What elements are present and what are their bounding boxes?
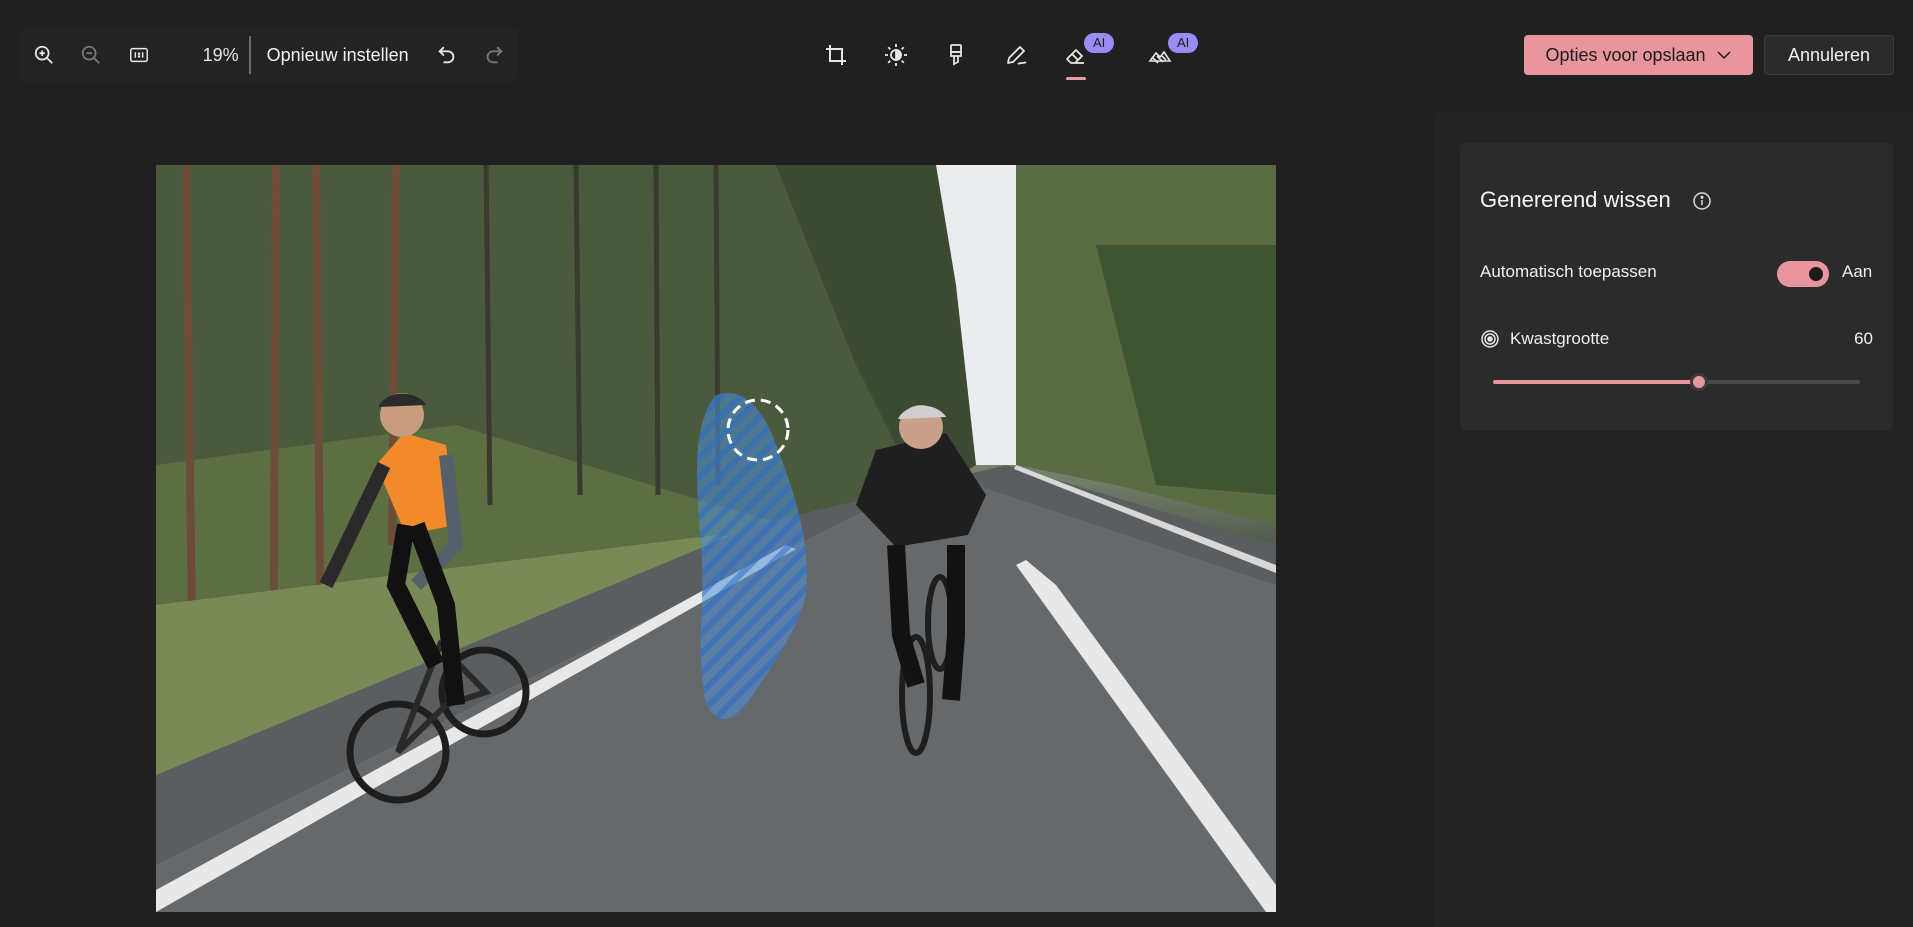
markup-icon (950, 44, 962, 66)
slider-fill (1493, 380, 1699, 384)
actual-size-icon (130, 47, 149, 63)
brush-size-icon (1481, 330, 1499, 348)
brush-size-slider[interactable] (1493, 373, 1860, 391)
zoom-out-button[interactable] (68, 35, 116, 75)
auto-apply-toggle[interactable] (1777, 261, 1829, 287)
actual-size-button[interactable] (115, 35, 163, 75)
edit-tools: AI AI (812, 30, 1199, 80)
info-icon[interactable] (1692, 191, 1712, 211)
cancel-button[interactable]: Annuleren (1764, 35, 1894, 75)
markup-tool[interactable] (932, 30, 980, 80)
redo-button[interactable] (470, 35, 518, 75)
save-options-button[interactable]: Opties voor opslaan (1524, 35, 1753, 75)
zoom-in-button[interactable] (20, 35, 68, 75)
zoom-toolbar: 19% Opnieuw instellen (20, 28, 518, 82)
adjust-tool[interactable] (872, 30, 920, 80)
auto-apply-state: Aan (1842, 262, 1873, 281)
zoom-out-icon (82, 45, 101, 64)
crop-tool[interactable] (812, 30, 860, 80)
draw-icon (1007, 46, 1027, 65)
zoom-level: 19% (202, 44, 239, 65)
toolbar-divider (248, 36, 251, 74)
photo-canvas[interactable] (156, 165, 1276, 912)
ai-badge: AI (1168, 33, 1199, 53)
auto-apply-label: Automatisch toepassen (1480, 262, 1657, 281)
generative-erase-card: Genererend wissen Automatisch toepassen … (1460, 143, 1893, 430)
chevron-down-icon (1717, 51, 1731, 60)
panel-title: Genererend wissen (1480, 187, 1671, 212)
brush-size-label: Kwastgrootte (1510, 329, 1610, 348)
photo-image (156, 165, 1276, 912)
toggle-knob (1809, 267, 1823, 281)
ai-badge: AI (1084, 33, 1115, 53)
reset-button[interactable]: Opnieuw instellen (267, 45, 409, 66)
background-tool[interactable]: AI (1136, 30, 1199, 80)
active-tool-indicator (1066, 77, 1086, 80)
brush-size-value: 60 (1854, 329, 1873, 348)
zoom-in-icon (34, 45, 53, 64)
draw-tool[interactable] (992, 30, 1040, 80)
brightness-icon (885, 44, 907, 66)
generative-erase-tool[interactable]: AI (1052, 30, 1115, 80)
redo-icon (486, 46, 503, 64)
crop-icon (826, 45, 846, 65)
undo-button[interactable] (423, 35, 471, 75)
slider-thumb[interactable] (1689, 373, 1708, 391)
save-options-label: Opties voor opslaan (1545, 44, 1706, 65)
undo-icon (437, 46, 454, 64)
